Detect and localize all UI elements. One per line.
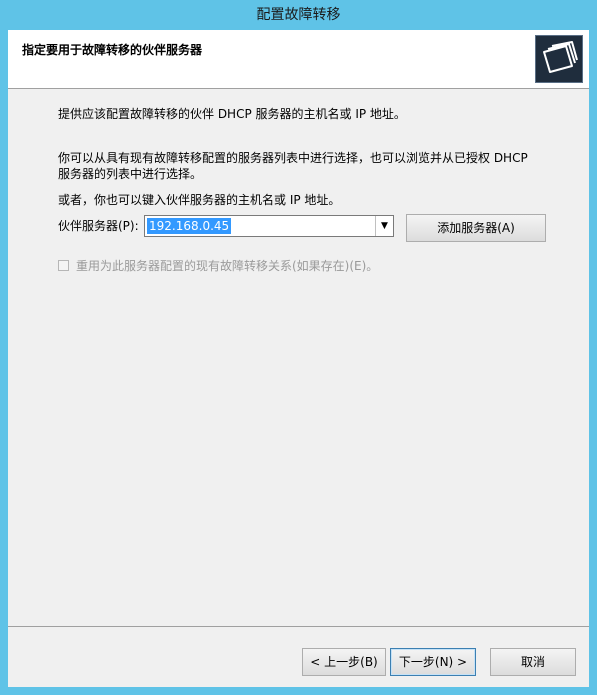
next-button[interactable]: 下一步(N) > — [390, 648, 476, 676]
dropdown-arrow-icon[interactable]: ▼ — [375, 216, 393, 236]
footer-divider — [8, 626, 589, 627]
description-line-1: 你可以从具有现有故障转移配置的服务器列表中进行选择，也可以浏览并从已授权 DHC… — [58, 151, 528, 165]
partner-server-label: 伙伴服务器(P): — [58, 219, 139, 233]
intro-text: 提供应该配置故障转移的伙伴 DHCP 服务器的主机名或 IP 地址。 — [58, 107, 406, 121]
partner-server-combobox[interactable]: 192.168.0.45 ▼ — [144, 215, 394, 237]
dialog-client-area: 指定要用于故障转移的伙伴服务器 提供应该配置故障转移的伙伴 DHCP 服务器的主… — [8, 30, 589, 687]
wizard-header-title: 指定要用于故障转移的伙伴服务器 — [22, 43, 203, 57]
add-server-button[interactable]: 添加服务器(A) — [406, 214, 546, 242]
folder-stack-icon — [535, 35, 583, 83]
dialog-window: 配置故障转移 指定要用于故障转移的伙伴服务器 提供应该配置故障转移的伙伴 DHC… — [0, 0, 597, 695]
reuse-relationship-label: 重用为此服务器配置的现有故障转移关系(如果存在)(E)。 — [76, 259, 379, 273]
cancel-button[interactable]: 取消 — [490, 648, 576, 676]
back-button[interactable]: < 上一步(B) — [302, 648, 386, 676]
partner-server-value[interactable]: 192.168.0.45 — [147, 218, 232, 234]
reuse-relationship-checkbox[interactable] — [58, 260, 69, 271]
alternative-text: 或者，你也可以键入伙伴服务器的主机名或 IP 地址。 — [58, 193, 341, 207]
window-title: 配置故障转移 — [256, 7, 341, 23]
description-line-2: 服务器的列表中进行选择。 — [58, 167, 203, 181]
wizard-header: 指定要用于故障转移的伙伴服务器 — [8, 30, 589, 89]
